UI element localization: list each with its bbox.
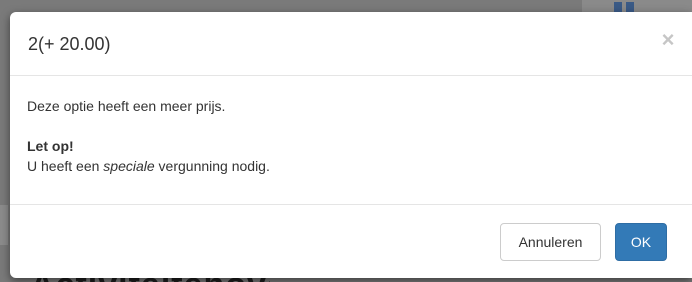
ok-button[interactable]: OK — [615, 223, 667, 261]
background-panel-edge — [0, 205, 8, 245]
permit-notice-text: U heeft een speciale vergunning nodig. — [27, 156, 667, 176]
modal-body: Deze optie heeft een meer prijs. Let op!… — [27, 96, 667, 176]
background-icon — [614, 2, 622, 12]
modal-footer: Annuleren OK — [10, 204, 692, 278]
modal-dialog: 2(+ 20.00) × Deze optie heeft een meer p… — [10, 12, 692, 278]
price-notice-text: Deze optie heeft een meer prijs. — [27, 98, 226, 114]
notice-heading: Let op! — [27, 138, 74, 154]
permit-notice-emphasis: speciale — [103, 158, 155, 174]
permit-notice-after: vergunning nodig. — [154, 158, 270, 174]
close-button[interactable]: × — [658, 28, 678, 52]
modal-title: 2(+ 20.00) — [28, 34, 111, 54]
cancel-button[interactable]: Annuleren — [500, 223, 601, 261]
permit-notice-before: U heeft een — [27, 158, 104, 174]
background-icon — [626, 2, 634, 12]
modal-header: 2(+ 20.00) × — [10, 12, 692, 76]
